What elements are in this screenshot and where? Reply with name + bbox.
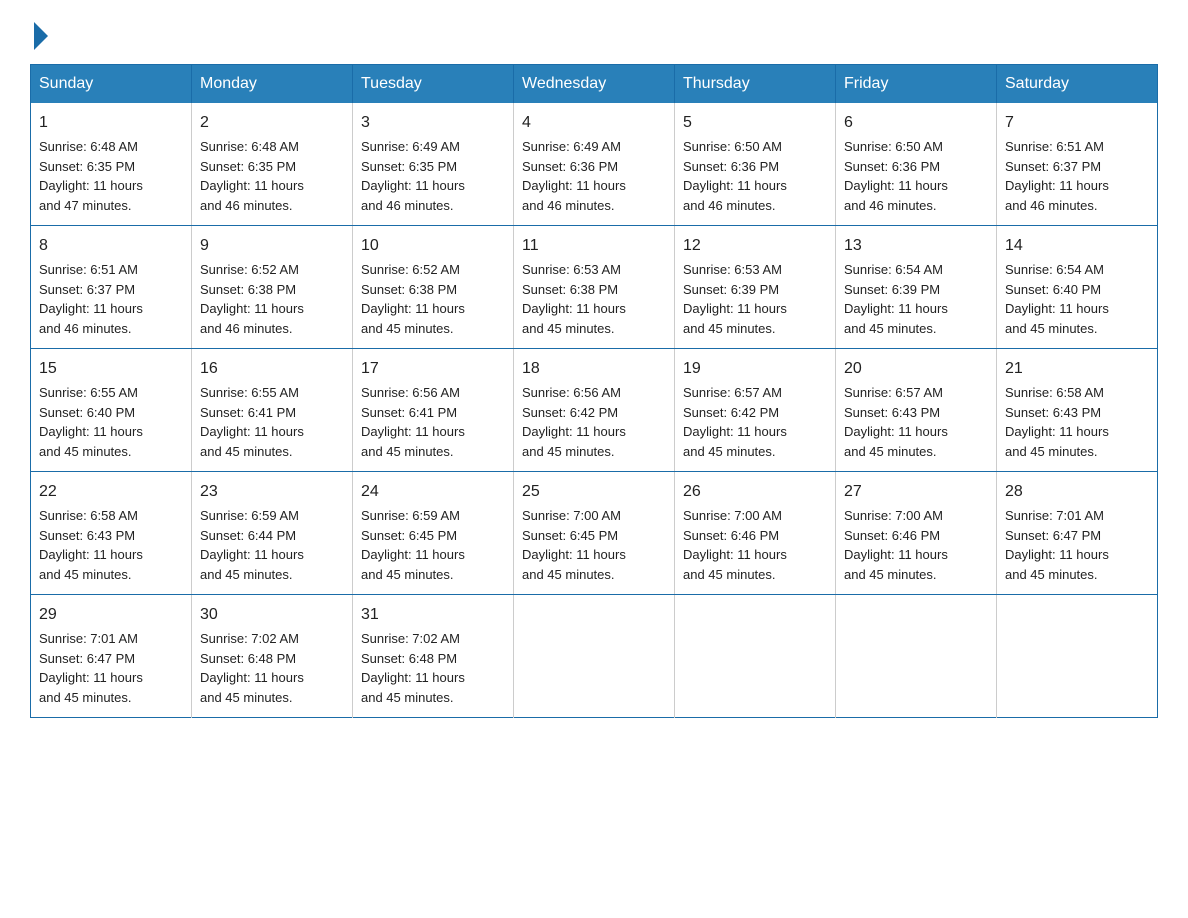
calendar-cell — [997, 595, 1158, 718]
calendar-week-row: 15Sunrise: 6:55 AMSunset: 6:40 PMDayligh… — [31, 349, 1158, 472]
calendar-cell: 14Sunrise: 6:54 AMSunset: 6:40 PMDayligh… — [997, 226, 1158, 349]
calendar-cell: 20Sunrise: 6:57 AMSunset: 6:43 PMDayligh… — [836, 349, 997, 472]
day-number: 8 — [39, 234, 183, 258]
calendar-cell: 13Sunrise: 6:54 AMSunset: 6:39 PMDayligh… — [836, 226, 997, 349]
calendar-cell: 25Sunrise: 7:00 AMSunset: 6:45 PMDayligh… — [514, 472, 675, 595]
calendar-cell: 21Sunrise: 6:58 AMSunset: 6:43 PMDayligh… — [997, 349, 1158, 472]
day-number: 14 — [1005, 234, 1149, 258]
day-number: 13 — [844, 234, 988, 258]
calendar-cell — [836, 595, 997, 718]
day-number: 20 — [844, 357, 988, 381]
page-header — [30, 20, 1158, 46]
logo — [30, 20, 48, 46]
day-number: 10 — [361, 234, 505, 258]
calendar-cell: 10Sunrise: 6:52 AMSunset: 6:38 PMDayligh… — [353, 226, 514, 349]
calendar-cell: 24Sunrise: 6:59 AMSunset: 6:45 PMDayligh… — [353, 472, 514, 595]
calendar-cell: 2Sunrise: 6:48 AMSunset: 6:35 PMDaylight… — [192, 103, 353, 226]
day-number: 12 — [683, 234, 827, 258]
day-number: 31 — [361, 603, 505, 627]
calendar-cell: 15Sunrise: 6:55 AMSunset: 6:40 PMDayligh… — [31, 349, 192, 472]
calendar-cell: 18Sunrise: 6:56 AMSunset: 6:42 PMDayligh… — [514, 349, 675, 472]
weekday-header-row: SundayMondayTuesdayWednesdayThursdayFrid… — [31, 65, 1158, 104]
calendar-cell: 5Sunrise: 6:50 AMSunset: 6:36 PMDaylight… — [675, 103, 836, 226]
day-number: 6 — [844, 111, 988, 135]
calendar-week-row: 29Sunrise: 7:01 AMSunset: 6:47 PMDayligh… — [31, 595, 1158, 718]
day-number: 21 — [1005, 357, 1149, 381]
calendar-table: SundayMondayTuesdayWednesdayThursdayFrid… — [30, 64, 1158, 718]
calendar-cell: 23Sunrise: 6:59 AMSunset: 6:44 PMDayligh… — [192, 472, 353, 595]
weekday-header-monday: Monday — [192, 65, 353, 104]
calendar-cell — [675, 595, 836, 718]
weekday-header-wednesday: Wednesday — [514, 65, 675, 104]
calendar-cell: 8Sunrise: 6:51 AMSunset: 6:37 PMDaylight… — [31, 226, 192, 349]
calendar-cell: 26Sunrise: 7:00 AMSunset: 6:46 PMDayligh… — [675, 472, 836, 595]
day-number: 3 — [361, 111, 505, 135]
logo-arrow-icon — [34, 22, 48, 50]
day-number: 30 — [200, 603, 344, 627]
day-number: 24 — [361, 480, 505, 504]
calendar-cell: 31Sunrise: 7:02 AMSunset: 6:48 PMDayligh… — [353, 595, 514, 718]
weekday-header-tuesday: Tuesday — [353, 65, 514, 104]
calendar-week-row: 1Sunrise: 6:48 AMSunset: 6:35 PMDaylight… — [31, 103, 1158, 226]
calendar-cell: 9Sunrise: 6:52 AMSunset: 6:38 PMDaylight… — [192, 226, 353, 349]
day-number: 26 — [683, 480, 827, 504]
day-number: 4 — [522, 111, 666, 135]
calendar-cell: 4Sunrise: 6:49 AMSunset: 6:36 PMDaylight… — [514, 103, 675, 226]
calendar-cell: 28Sunrise: 7:01 AMSunset: 6:47 PMDayligh… — [997, 472, 1158, 595]
calendar-cell: 16Sunrise: 6:55 AMSunset: 6:41 PMDayligh… — [192, 349, 353, 472]
weekday-header-saturday: Saturday — [997, 65, 1158, 104]
day-number: 19 — [683, 357, 827, 381]
calendar-cell: 7Sunrise: 6:51 AMSunset: 6:37 PMDaylight… — [997, 103, 1158, 226]
calendar-cell: 6Sunrise: 6:50 AMSunset: 6:36 PMDaylight… — [836, 103, 997, 226]
day-number: 25 — [522, 480, 666, 504]
calendar-week-row: 8Sunrise: 6:51 AMSunset: 6:37 PMDaylight… — [31, 226, 1158, 349]
calendar-cell: 22Sunrise: 6:58 AMSunset: 6:43 PMDayligh… — [31, 472, 192, 595]
calendar-cell: 30Sunrise: 7:02 AMSunset: 6:48 PMDayligh… — [192, 595, 353, 718]
weekday-header-thursday: Thursday — [675, 65, 836, 104]
calendar-cell: 12Sunrise: 6:53 AMSunset: 6:39 PMDayligh… — [675, 226, 836, 349]
day-number: 23 — [200, 480, 344, 504]
day-number: 27 — [844, 480, 988, 504]
calendar-cell: 29Sunrise: 7:01 AMSunset: 6:47 PMDayligh… — [31, 595, 192, 718]
day-number: 1 — [39, 111, 183, 135]
day-number: 17 — [361, 357, 505, 381]
weekday-header-sunday: Sunday — [31, 65, 192, 104]
day-number: 15 — [39, 357, 183, 381]
calendar-cell: 27Sunrise: 7:00 AMSunset: 6:46 PMDayligh… — [836, 472, 997, 595]
calendar-cell: 1Sunrise: 6:48 AMSunset: 6:35 PMDaylight… — [31, 103, 192, 226]
day-number: 11 — [522, 234, 666, 258]
day-number: 2 — [200, 111, 344, 135]
calendar-week-row: 22Sunrise: 6:58 AMSunset: 6:43 PMDayligh… — [31, 472, 1158, 595]
calendar-cell: 17Sunrise: 6:56 AMSunset: 6:41 PMDayligh… — [353, 349, 514, 472]
day-number: 28 — [1005, 480, 1149, 504]
day-number: 5 — [683, 111, 827, 135]
calendar-cell: 11Sunrise: 6:53 AMSunset: 6:38 PMDayligh… — [514, 226, 675, 349]
day-number: 22 — [39, 480, 183, 504]
day-number: 29 — [39, 603, 183, 627]
calendar-cell — [514, 595, 675, 718]
day-number: 9 — [200, 234, 344, 258]
day-number: 18 — [522, 357, 666, 381]
day-number: 7 — [1005, 111, 1149, 135]
calendar-cell: 3Sunrise: 6:49 AMSunset: 6:35 PMDaylight… — [353, 103, 514, 226]
weekday-header-friday: Friday — [836, 65, 997, 104]
calendar-cell: 19Sunrise: 6:57 AMSunset: 6:42 PMDayligh… — [675, 349, 836, 472]
day-number: 16 — [200, 357, 344, 381]
